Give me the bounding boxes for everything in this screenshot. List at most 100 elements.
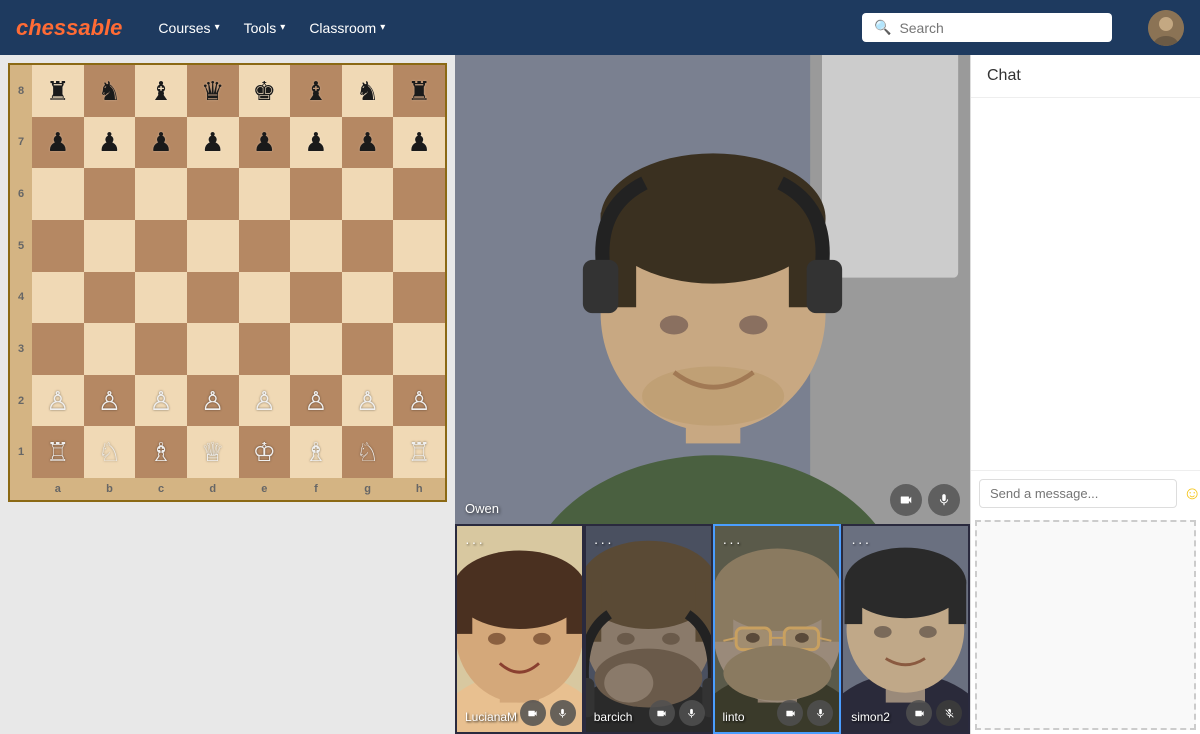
chess-cell[interactable] xyxy=(393,168,445,220)
luciana-mic-btn[interactable] xyxy=(550,700,576,726)
chess-cell[interactable]: ♟ xyxy=(84,117,136,169)
chess-cell[interactable]: ♘ xyxy=(84,426,136,478)
chat-messages[interactable] xyxy=(971,98,1200,470)
chess-cell[interactable]: ♚ xyxy=(239,65,291,117)
chess-cell[interactable] xyxy=(187,272,239,324)
chess-cell[interactable] xyxy=(342,272,394,324)
chess-cell[interactable] xyxy=(290,168,342,220)
simon2-camera-btn[interactable] xyxy=(906,700,932,726)
chess-cell[interactable]: ♖ xyxy=(32,426,84,478)
barcich-name: barcich xyxy=(594,710,633,724)
chess-cell[interactable]: ♞ xyxy=(342,65,394,117)
chess-piece: ♜ xyxy=(46,78,69,104)
chess-cell[interactable]: ♞ xyxy=(84,65,136,117)
chess-cell[interactable]: ♙ xyxy=(290,375,342,427)
chess-cell[interactable]: ♟ xyxy=(239,117,291,169)
logo[interactable]: chessable xyxy=(16,15,122,41)
chess-cell[interactable]: ♝ xyxy=(135,65,187,117)
chess-cell[interactable]: ♘ xyxy=(342,426,394,478)
luciana-camera-btn[interactable] xyxy=(520,700,546,726)
nav-courses[interactable]: Courses ▾ xyxy=(158,20,219,36)
chess-piece: ♕ xyxy=(201,439,224,465)
chess-cell[interactable] xyxy=(84,272,136,324)
chess-cell[interactable] xyxy=(290,272,342,324)
chess-cell[interactable]: ♟ xyxy=(135,117,187,169)
chess-cell[interactable]: ♙ xyxy=(239,375,291,427)
chess-cell[interactable] xyxy=(239,220,291,272)
chess-cell[interactable] xyxy=(187,220,239,272)
linto-mic-btn[interactable] xyxy=(807,700,833,726)
chess-cell[interactable] xyxy=(290,220,342,272)
chess-cell[interactable]: ♟ xyxy=(187,117,239,169)
thumb-linto-dots[interactable]: ··· xyxy=(723,534,743,550)
chess-cell[interactable] xyxy=(32,272,84,324)
chess-cell[interactable]: ♙ xyxy=(135,375,187,427)
chess-cell[interactable]: ♙ xyxy=(187,375,239,427)
chess-cell[interactable] xyxy=(342,168,394,220)
emoji-button[interactable]: ☺ xyxy=(1183,483,1200,504)
thumb-barcich[interactable]: ··· barcich xyxy=(584,524,713,734)
chess-piece: ♟ xyxy=(304,129,327,155)
linto-camera-btn[interactable] xyxy=(777,700,803,726)
chess-cell[interactable] xyxy=(135,323,187,375)
thumb-simon2-dots[interactable]: ··· xyxy=(851,534,871,550)
chess-cell[interactable]: ♙ xyxy=(393,375,445,427)
search-input[interactable] xyxy=(899,20,1100,36)
chess-cell[interactable]: ♟ xyxy=(342,117,394,169)
chess-cell[interactable] xyxy=(393,272,445,324)
thumb-simon2[interactable]: ··· simon2 xyxy=(841,524,970,734)
chess-cell[interactable] xyxy=(290,323,342,375)
chess-cell[interactable]: ♟ xyxy=(290,117,342,169)
owen-camera-button[interactable] xyxy=(890,484,922,516)
chess-cell[interactable] xyxy=(342,323,394,375)
nav-tools[interactable]: Tools ▾ xyxy=(244,20,286,36)
chess-cell[interactable] xyxy=(187,168,239,220)
barcich-camera-btn[interactable] xyxy=(649,700,675,726)
user-avatar[interactable] xyxy=(1148,10,1184,46)
chess-cell[interactable] xyxy=(135,220,187,272)
chess-cell[interactable]: ♖ xyxy=(393,426,445,478)
barcich-mic-btn[interactable] xyxy=(679,700,705,726)
search-bar: 🔍 xyxy=(862,13,1112,42)
chess-cell[interactable] xyxy=(393,323,445,375)
chess-cell[interactable]: ♔ xyxy=(239,426,291,478)
chess-cell[interactable] xyxy=(84,168,136,220)
chess-cell[interactable]: ♗ xyxy=(290,426,342,478)
chess-cell[interactable] xyxy=(239,323,291,375)
chess-piece: ♙ xyxy=(253,388,276,414)
chess-cell[interactable] xyxy=(342,220,394,272)
chess-cell[interactable] xyxy=(84,323,136,375)
chess-cell[interactable]: ♟ xyxy=(32,117,84,169)
rank-label: 4 xyxy=(10,272,32,324)
chess-cell[interactable] xyxy=(187,323,239,375)
chess-cell[interactable]: ♟ xyxy=(393,117,445,169)
chess-cell[interactable] xyxy=(84,220,136,272)
chess-cell[interactable] xyxy=(239,272,291,324)
chess-cell[interactable] xyxy=(239,168,291,220)
chess-cell[interactable]: ♕ xyxy=(187,426,239,478)
chess-cell[interactable]: ♙ xyxy=(32,375,84,427)
chess-cell[interactable] xyxy=(393,220,445,272)
simon2-mic-muted-btn[interactable] xyxy=(936,700,962,726)
thumb-linto[interactable]: ··· linto xyxy=(713,524,842,734)
chess-cell[interactable] xyxy=(32,168,84,220)
search-icon: 🔍 xyxy=(874,19,891,36)
chess-cell[interactable] xyxy=(135,168,187,220)
thumb-barcich-dots[interactable]: ··· xyxy=(594,534,614,550)
nav-classroom[interactable]: Classroom ▾ xyxy=(309,20,385,36)
chess-cell[interactable] xyxy=(32,220,84,272)
chess-cell[interactable]: ♜ xyxy=(393,65,445,117)
chess-cell[interactable]: ♛ xyxy=(187,65,239,117)
chess-cell[interactable]: ♙ xyxy=(342,375,394,427)
chess-cell[interactable]: ♜ xyxy=(32,65,84,117)
thumb-luciana-dots[interactable]: ··· xyxy=(465,534,485,550)
chess-cell[interactable]: ♗ xyxy=(135,426,187,478)
chess-piece: ♙ xyxy=(304,388,327,414)
chess-cell[interactable] xyxy=(32,323,84,375)
thumb-luciana[interactable]: ··· LucianaM xyxy=(455,524,584,734)
chess-cell[interactable] xyxy=(135,272,187,324)
chess-cell[interactable]: ♝ xyxy=(290,65,342,117)
owen-mic-button[interactable] xyxy=(928,484,960,516)
chess-cell[interactable]: ♙ xyxy=(84,375,136,427)
chat-input[interactable] xyxy=(979,479,1177,508)
